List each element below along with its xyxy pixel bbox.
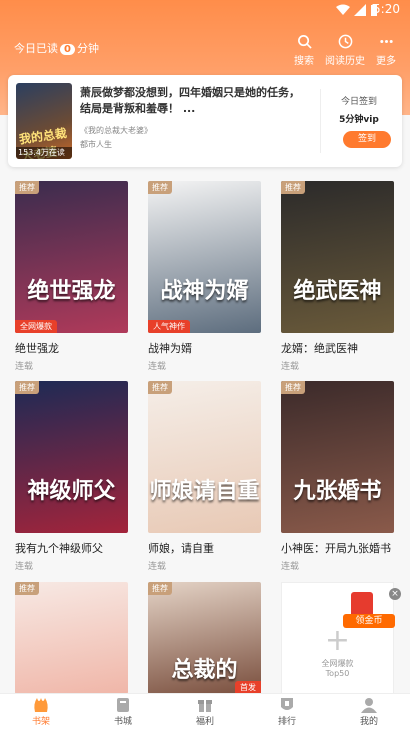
- sign-in-button[interactable]: 签到: [343, 131, 391, 148]
- recommend-tag: 推荐: [281, 381, 305, 394]
- tab-welfare[interactable]: 福利: [175, 696, 235, 727]
- recommend-tag: 推荐: [281, 181, 305, 194]
- book-item[interactable]: 推荐师娘请自重师娘，请自重连载: [148, 381, 261, 572]
- search-icon: [297, 35, 312, 49]
- book-item[interactable]: 推荐九张婚书小神医：开局九张婚书连载: [281, 381, 394, 572]
- coin-label: 领金币: [343, 614, 395, 628]
- history-button[interactable]: 阅读历史: [324, 34, 366, 67]
- book-cover[interactable]: 推荐神级师父: [15, 381, 128, 533]
- featured-readers-badge: 153.4万在读: [16, 147, 72, 159]
- checkin-label: 今日签到: [340, 97, 377, 107]
- book-status: 连载: [281, 362, 300, 372]
- recommend-tag: 推荐: [148, 181, 172, 194]
- more-label: 更多: [376, 56, 396, 67]
- book-item[interactable]: 推荐 总裁的 首发: [148, 582, 261, 694]
- tab-profile-label: 我的: [359, 717, 378, 727]
- tab-bookstore-label: 书城: [113, 717, 132, 727]
- recommend-tag: 推荐: [15, 381, 39, 394]
- gift-icon: [198, 700, 212, 712]
- read-prefix: 今日已读: [14, 42, 58, 55]
- cover-title-art: 战神为婿: [160, 279, 249, 304]
- more-icon: [379, 40, 393, 43]
- book-title[interactable]: 小神医：开局九张婚书: [281, 540, 394, 556]
- book-item[interactable]: 推荐绝武医神龙婿：绝武医神连载: [281, 181, 394, 372]
- today-read-time: 今日已读 0 分钟: [14, 40, 99, 56]
- featured-intro[interactable]: 萧辰做梦都没想到，四年婚姻只是她的任务，结局是背叛和羞辱！ ...: [80, 85, 310, 117]
- tab-ranking-label: 排行: [277, 717, 296, 727]
- cover-title-art: 神级师父: [27, 479, 116, 504]
- tab-bookshelf[interactable]: 书架: [11, 696, 71, 727]
- user-icon: [361, 698, 377, 713]
- coin-reward-widget[interactable]: 领金币 ×: [343, 588, 403, 628]
- featured-category: 都市人生: [80, 140, 112, 149]
- featured-cover[interactable]: 我的总裁大老婆 153.4万在读: [16, 83, 72, 159]
- book-cover[interactable]: 推荐: [15, 582, 128, 694]
- book-cover[interactable]: 推荐 师娘请自重: [148, 381, 261, 533]
- wifi-icon: [336, 4, 350, 15]
- cover-title-art: 绝世强龙: [27, 279, 116, 304]
- status-time: 5:20: [373, 2, 400, 16]
- book-status: 连载: [15, 362, 34, 372]
- recommend-tag: 推荐: [15, 582, 39, 595]
- recommend-tag: 推荐: [15, 181, 39, 194]
- signal-icon: [354, 4, 366, 16]
- book-title[interactable]: 战神为婿: [148, 340, 261, 356]
- book-title[interactable]: 我有九个神级师父: [15, 540, 128, 556]
- vip-reward: 5分钟vip: [339, 115, 379, 125]
- book-item[interactable]: 推荐 战神为婿 人气神作 战神为婿 连载: [148, 181, 261, 372]
- featured-source: 《我的总裁大老婆》: [80, 126, 152, 135]
- bookstore-icon: [117, 698, 129, 712]
- book-title[interactable]: 师娘，请自重: [148, 540, 261, 556]
- book-item[interactable]: 推荐神级师父我有九个神级师父连载: [15, 381, 128, 572]
- read-minutes: 0: [60, 44, 75, 55]
- bottom-tab-bar: 书架 书城 福利 排行 我的: [0, 693, 410, 730]
- search-button[interactable]: 搜索: [283, 34, 325, 67]
- cover-title-art: 绝武医神: [293, 279, 382, 304]
- tab-bookshelf-label: 书架: [31, 717, 50, 727]
- status-bar: 5:20: [0, 0, 410, 20]
- promo-line1: 全网爆款: [321, 659, 354, 668]
- book-item[interactable]: 推荐: [15, 582, 128, 694]
- book-item[interactable]: 推荐 绝世强龙 全网爆款 绝世强龙 连载: [15, 181, 128, 372]
- read-suffix: 分钟: [76, 42, 99, 55]
- book-cover[interactable]: 推荐绝世强龙全网爆款: [15, 181, 128, 333]
- plus-icon: +: [324, 623, 351, 658]
- book-title[interactable]: 绝世强龙: [15, 340, 128, 356]
- tab-welfare-label: 福利: [195, 717, 214, 727]
- book-status: 连载: [148, 362, 167, 372]
- cover-label: 人气神作: [148, 320, 190, 333]
- book-cover[interactable]: 推荐战神为婿人气神作: [148, 181, 261, 333]
- close-icon[interactable]: ×: [389, 588, 401, 600]
- cover-label: 全网爆款: [15, 320, 57, 333]
- cover-title-art: 九张婚书: [293, 479, 382, 504]
- book-cover[interactable]: 推荐九张婚书: [281, 381, 394, 533]
- promo-line2: Top50: [325, 669, 350, 678]
- cover-title-art: 总裁的: [171, 658, 238, 683]
- tab-bookstore[interactable]: 书城: [93, 696, 153, 727]
- tab-profile[interactable]: 我的: [339, 696, 399, 727]
- recommend-tag: 推荐: [148, 582, 172, 595]
- history-icon: [338, 34, 352, 49]
- book-status: 连载: [15, 562, 34, 572]
- more-button[interactable]: 更多: [365, 34, 407, 67]
- divider: [320, 89, 321, 153]
- tab-ranking[interactable]: 排行: [257, 696, 317, 727]
- history-label: 阅读历史: [325, 56, 365, 67]
- book-cover[interactable]: 推荐 总裁的 首发: [148, 582, 261, 694]
- bookshelf-icon: [34, 698, 48, 712]
- book-title[interactable]: 龙婿：绝武医神: [281, 340, 394, 356]
- book-cover[interactable]: 推荐绝武医神: [281, 181, 394, 333]
- recommend-tag: 推荐: [148, 381, 172, 394]
- featured-book-card[interactable]: 我的总裁大老婆 153.4万在读 萧辰做梦都没想到，四年婚姻只是她的任务，结局是…: [8, 75, 402, 167]
- cover-title-art: 师娘请自重: [149, 479, 260, 504]
- book-status: 连载: [148, 562, 167, 572]
- rank-icon: [281, 698, 293, 710]
- search-label: 搜索: [294, 56, 314, 67]
- book-status: 连载: [281, 562, 300, 572]
